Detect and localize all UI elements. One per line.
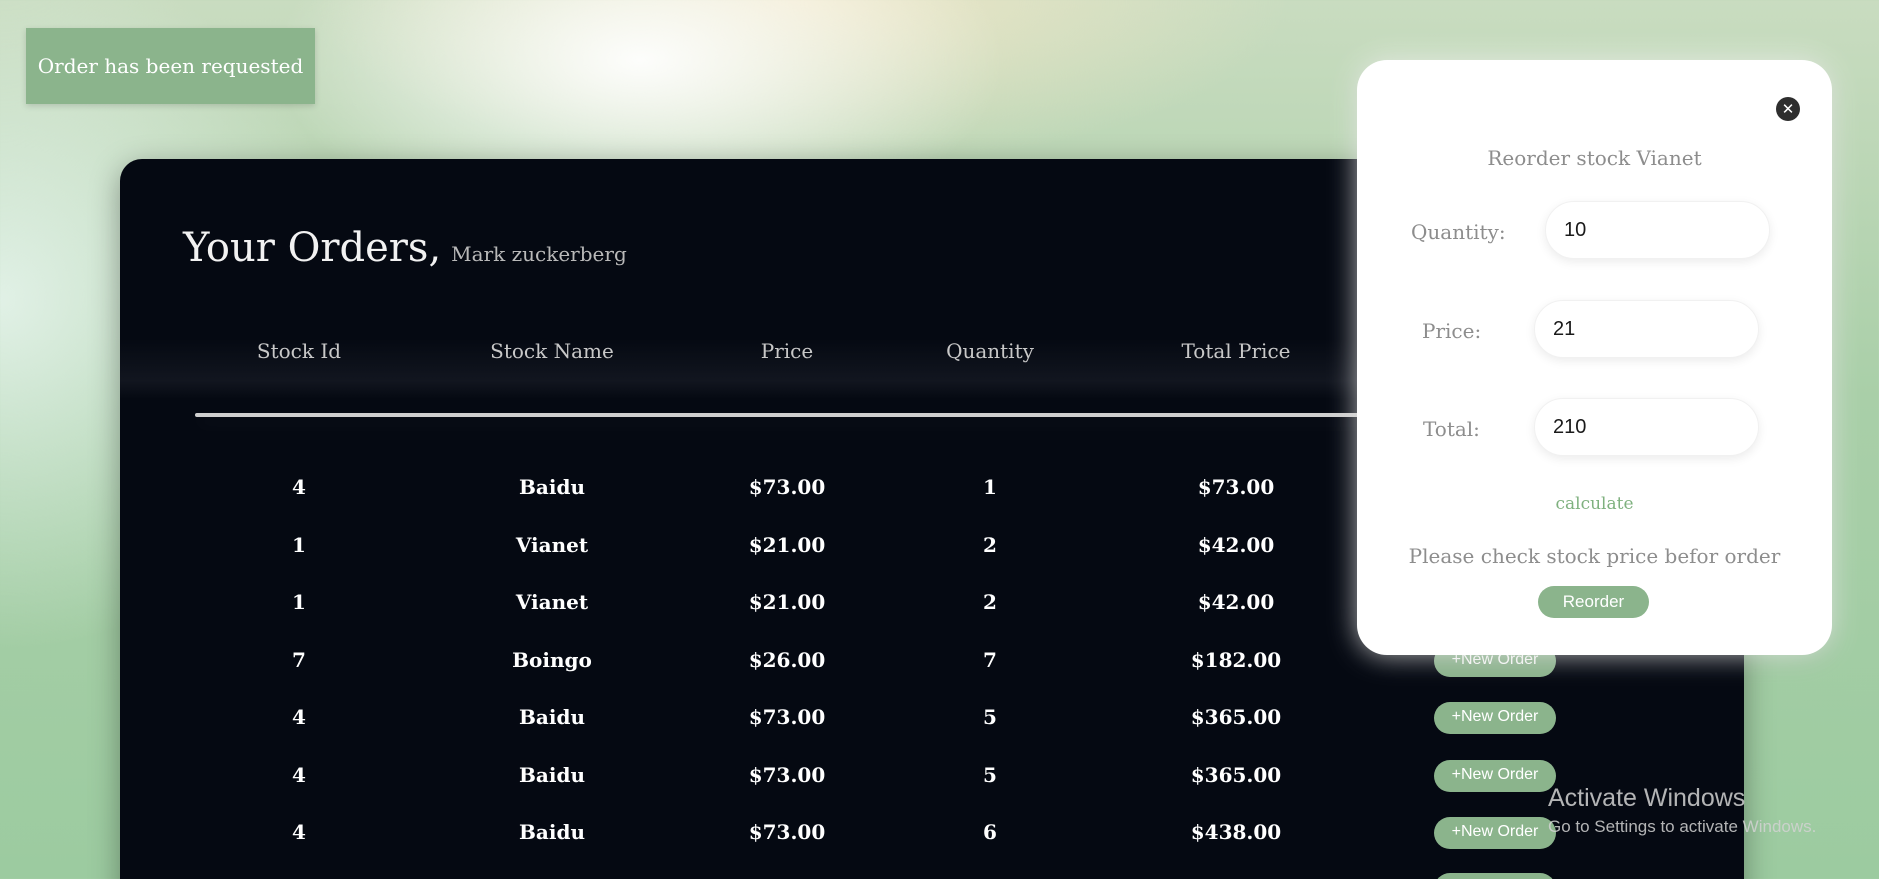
cell-quantity: 2: [983, 590, 997, 614]
cell-price: $73.00: [748, 763, 826, 787]
column-header-stock-id: Stock Id: [256, 339, 342, 363]
column-header-stock-name: Stock Name: [490, 339, 614, 363]
price-check-note: Please check stock price befor order: [1408, 544, 1781, 568]
new-order-button[interactable]: +New Order: [1434, 817, 1556, 849]
quantity-label: Quantity:: [1411, 220, 1506, 244]
price-label: Price:: [1422, 319, 1482, 343]
windows-activation-watermark: Activate Windows Go to Settings to activ…: [1548, 784, 1816, 837]
cell-stock-name: Boingo: [512, 648, 592, 672]
cell-total-price: $365.00: [1190, 763, 1282, 787]
new-order-button[interactable]: [1434, 873, 1556, 879]
column-header-total-price: Total Price: [1181, 339, 1291, 363]
orders-heading: Your Orders,: [183, 225, 442, 271]
cell-stock-name: Baidu: [519, 820, 585, 844]
cell-stock-id: 4: [292, 820, 306, 844]
column-header-quantity: Quantity: [946, 339, 1034, 363]
reorder-button[interactable]: Reorder: [1538, 586, 1649, 618]
cell-stock-name: Vianet: [515, 590, 589, 614]
table-row: 4 Baidu $73.00 6 $438.00 +New Order: [120, 803, 1744, 861]
page-title: Your Orders, Mark zuckerberg: [183, 225, 627, 271]
table-row: [120, 861, 1744, 879]
new-order-button[interactable]: +New Order: [1434, 760, 1556, 792]
cell-total-price: $42.00: [1197, 533, 1275, 557]
cell-stock-id: 7: [292, 648, 306, 672]
cell-stock-name: Vianet: [515, 533, 589, 557]
cell-total-price: $182.00: [1190, 648, 1282, 672]
cell-stock-name: Baidu: [519, 763, 585, 787]
cell-quantity: 6: [983, 820, 997, 844]
cell-stock-id: 1: [292, 590, 306, 614]
watermark-title: Activate Windows: [1548, 784, 1746, 812]
watermark-subtitle: Go to Settings to activate Windows.: [1548, 817, 1817, 836]
cell-quantity: 5: [983, 763, 997, 787]
cell-total-price: $438.00: [1190, 820, 1282, 844]
cell-price: $73.00: [748, 820, 826, 844]
calculate-link[interactable]: calculate: [1357, 494, 1832, 514]
total-label: Total:: [1423, 417, 1480, 441]
table-row: 4 Baidu $73.00 5 $365.00 +New Order: [120, 688, 1744, 746]
price-input[interactable]: 21: [1534, 300, 1759, 358]
cell-quantity: 2: [983, 533, 997, 557]
cell-quantity: 1: [983, 475, 997, 499]
user-name: Mark zuckerberg: [451, 242, 627, 266]
close-icon[interactable]: ✕: [1776, 97, 1800, 121]
cell-price: $73.00: [748, 705, 826, 729]
new-order-button[interactable]: +New Order: [1434, 702, 1556, 734]
table-row: 4 Baidu $73.00 5 $365.00 +New Order: [120, 746, 1744, 804]
total-input[interactable]: 210: [1534, 398, 1759, 456]
cell-price: $73.00: [748, 475, 826, 499]
modal-title: Reorder stock Vianet: [1487, 146, 1702, 170]
cell-total-price: $42.00: [1197, 590, 1275, 614]
column-header-price: Price: [760, 339, 814, 363]
cell-stock-id: 4: [292, 705, 306, 729]
cell-price: $21.00: [748, 533, 826, 557]
cell-stock-id: 1: [292, 533, 306, 557]
cell-stock-name: Baidu: [519, 475, 585, 499]
quantity-input[interactable]: 10: [1545, 201, 1770, 259]
cell-price: $21.00: [748, 590, 826, 614]
cell-quantity: 5: [983, 705, 997, 729]
cell-stock-name: Baidu: [519, 705, 585, 729]
toast-notification: Order has been requested: [26, 28, 315, 104]
toast-message: Order has been requested: [37, 54, 304, 78]
reorder-modal: ✕ Reorder stock Vianet Quantity: 10 Pric…: [1357, 60, 1832, 655]
cell-total-price: $365.00: [1190, 705, 1282, 729]
cell-quantity: 7: [983, 648, 997, 672]
cell-stock-id: 4: [292, 763, 306, 787]
cell-stock-id: 4: [292, 475, 306, 499]
cell-total-price: $73.00: [1197, 475, 1275, 499]
cell-price: $26.00: [748, 648, 826, 672]
